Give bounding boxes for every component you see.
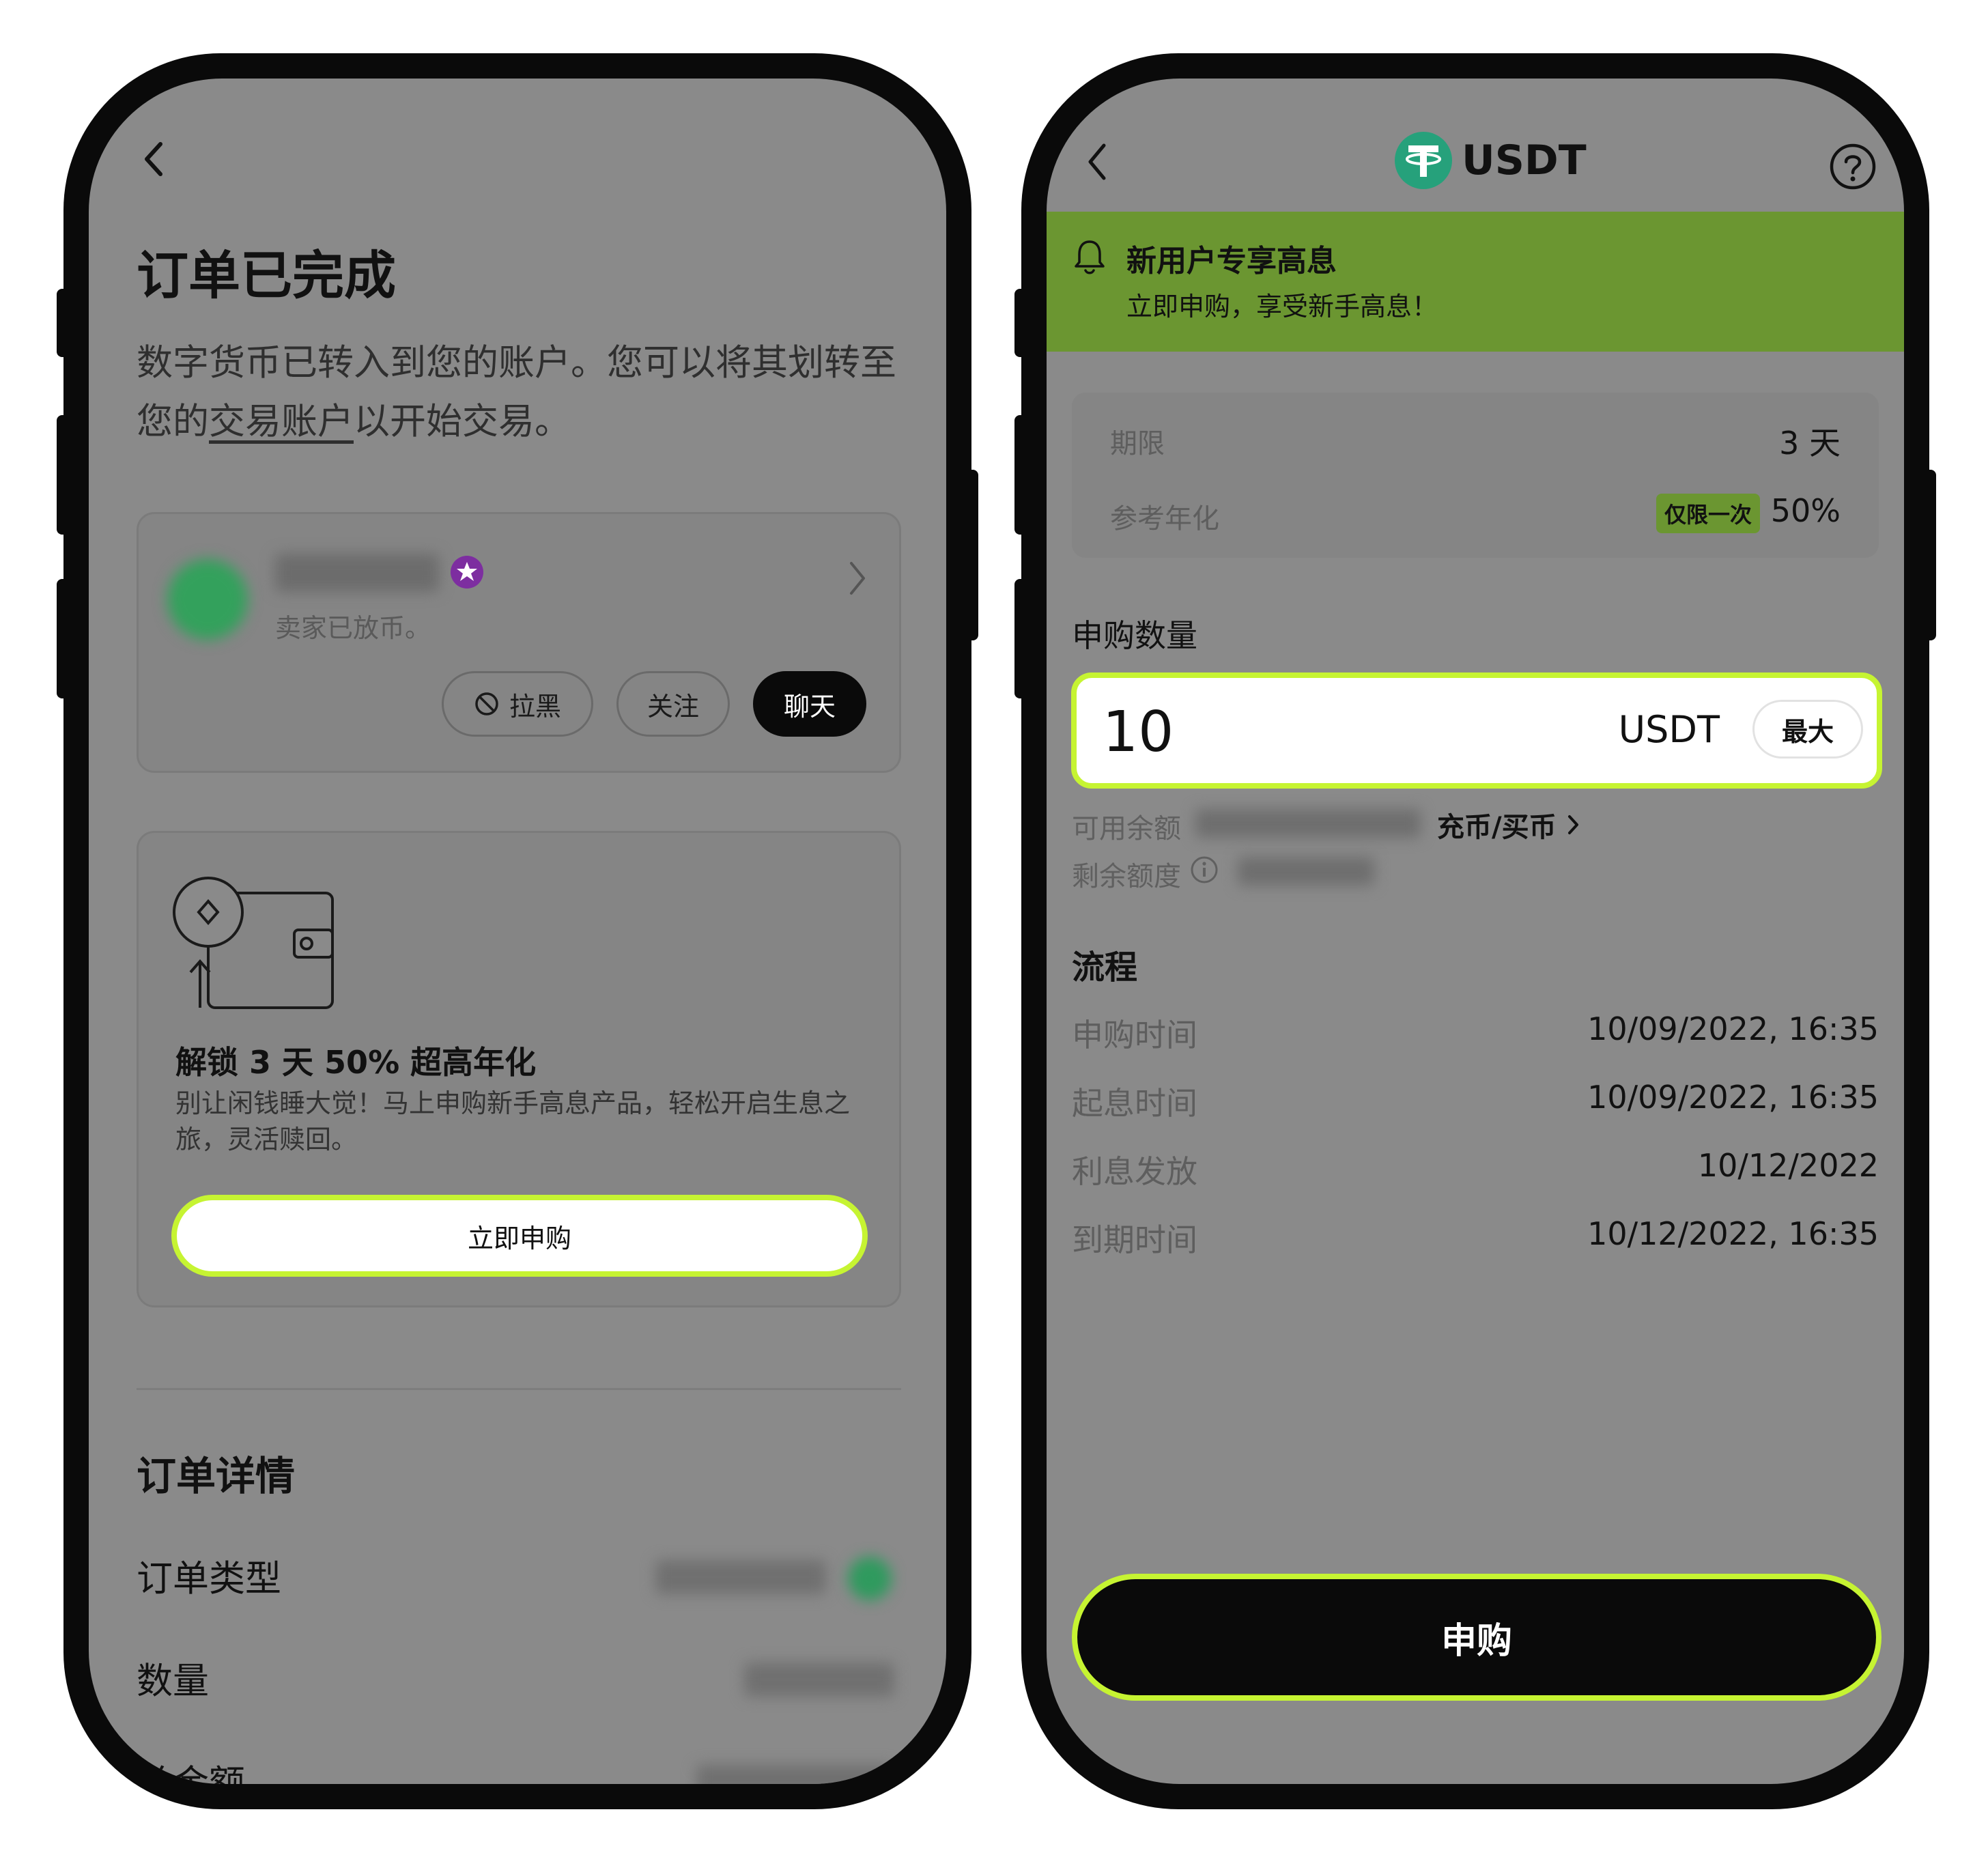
tether-logo-icon [1395, 132, 1452, 189]
phone-side-button [57, 579, 72, 698]
block-icon [475, 692, 498, 716]
seller-card[interactable]: 卖家已放币。 拉黑 关注 聊天 [137, 512, 901, 773]
trading-account-link[interactable]: 交易账户 [209, 401, 354, 442]
interest-start-value: 10/09/2022, 16:35 [1587, 1079, 1879, 1116]
block-button[interactable]: 拉黑 [442, 671, 593, 737]
block-label: 拉黑 [509, 691, 561, 722]
available-balance-label: 可用余额 [1072, 813, 1181, 845]
amount-value[interactable]: 10 [1103, 700, 1174, 765]
header-title-group: USDT [1395, 132, 1587, 189]
back-button[interactable] [1083, 140, 1111, 184]
phone-side-button [57, 415, 72, 535]
apy-label: 参考年化 [1110, 503, 1219, 535]
quantity-label: 数量 [137, 1660, 209, 1702]
term-label: 期限 [1110, 428, 1165, 459]
info-icon[interactable] [1190, 855, 1219, 884]
apy-value: 50% [1770, 492, 1841, 529]
avatar [167, 559, 248, 640]
right-screen: USDT 新用户专享高息 立即申购，享受新手高息！ 期限 3 天 参考年化 仅限… [1047, 79, 1904, 1784]
follow-button[interactable]: 关注 [616, 671, 730, 737]
help-icon [1830, 143, 1876, 190]
promo-title: 解锁 3 天 50% 超高年化 [175, 1044, 537, 1081]
interest-payout-value: 10/12/2022 [1697, 1147, 1879, 1184]
promo-card: 解锁 3 天 50% 超高年化 别让闲钱睡大觉！马上申购新手高息产品，轻松开启生… [137, 831, 901, 1307]
page-description: 数字货币已转入到您的账户。您可以将其划转至您的交易账户以开始交易。 [137, 334, 915, 451]
interest-payout-label: 利息发放 [1072, 1153, 1197, 1190]
subscribe-now-button[interactable]: 立即申购 [171, 1195, 868, 1277]
order-type-label: 订单类型 [137, 1558, 281, 1600]
seller-status: 卖家已放币。 [275, 613, 431, 643]
available-balance-value [1195, 809, 1421, 838]
amount-label: 申购数量 [1072, 617, 1197, 654]
total-amount-value [696, 1765, 894, 1784]
order-type-value [655, 1560, 826, 1594]
max-button[interactable]: 最大 [1752, 700, 1863, 759]
remaining-quota-value [1238, 857, 1374, 886]
new-user-banner[interactable]: 新用户专享高息 立即申购，享受新手高息！ [1047, 212, 1904, 352]
banner-subtitle: 立即申购，享受新手高息！ [1126, 292, 1438, 322]
phone-side-button [963, 470, 978, 640]
maturity-time-value: 10/12/2022, 16:35 [1587, 1215, 1879, 1252]
page-title: 订单已完成 [137, 245, 396, 306]
phone-side-button [57, 289, 72, 357]
deposit-buy-label: 充币/买币 [1437, 812, 1557, 843]
chat-button[interactable]: 聊天 [753, 671, 866, 737]
order-details-title: 订单详情 [137, 1453, 296, 1499]
subscribe-time-label: 申购时间 [1072, 1017, 1197, 1053]
banner-title: 新用户专享高息 [1126, 244, 1337, 279]
page-title: USDT [1462, 137, 1587, 184]
chevron-right-icon [847, 559, 868, 597]
flow-title: 流程 [1072, 948, 1138, 987]
amount-input[interactable]: 10 USDT 最大 [1071, 672, 1882, 789]
description-text: 以开始交易。 [354, 401, 571, 442]
phone-side-button [1014, 579, 1030, 698]
back-arrow-icon [145, 142, 162, 176]
quantity-value [744, 1662, 894, 1697]
bell-icon [1073, 238, 1107, 276]
phone-side-button [1014, 289, 1030, 357]
verified-badge-icon [450, 555, 484, 589]
remaining-quota-label: 剩余额度 [1072, 861, 1181, 892]
promo-description: 别让闲钱睡大觉！马上申购新手高息产品，轻松开启生息之旅，灵活赎回。 [175, 1088, 851, 1155]
interest-start-label: 起息时间 [1072, 1085, 1197, 1122]
deposit-buy-link[interactable]: 充币/买币 [1437, 805, 1581, 845]
back-button[interactable] [140, 139, 167, 180]
right-phone: USDT 新用户专享高息 立即申购，享受新手高息！ 期限 3 天 参考年化 仅限… [1014, 53, 1936, 1809]
subscribe-button[interactable]: 申购 [1072, 1574, 1882, 1701]
product-info-card: 期限 3 天 参考年化 仅限一次 50% [1072, 393, 1879, 558]
help-button[interactable] [1829, 143, 1877, 190]
chevron-right-icon [1567, 815, 1578, 834]
maturity-time-label: 到期时间 [1072, 1221, 1197, 1258]
left-screen: 订单已完成 数字货币已转入到您的账户。您可以将其划转至您的交易账户以开始交易。 … [89, 79, 946, 1784]
phone-side-button [1014, 415, 1030, 535]
total-amount-label: 总金额 [137, 1763, 245, 1784]
back-arrow-icon [1088, 143, 1106, 180]
seller-name [275, 554, 439, 592]
left-phone: 订单已完成 数字货币已转入到您的账户。您可以将其划转至您的交易账户以开始交易。 … [57, 53, 978, 1809]
wallet-coin-icon [173, 874, 343, 1010]
currency-icon [848, 1557, 892, 1600]
phone-side-button [1921, 470, 1936, 640]
subscribe-time-value: 10/09/2022, 16:35 [1587, 1010, 1879, 1047]
once-only-badge: 仅限一次 [1656, 494, 1760, 533]
amount-unit: USDT [1618, 708, 1720, 751]
divider [137, 1388, 901, 1390]
term-value: 3 天 [1779, 425, 1841, 462]
